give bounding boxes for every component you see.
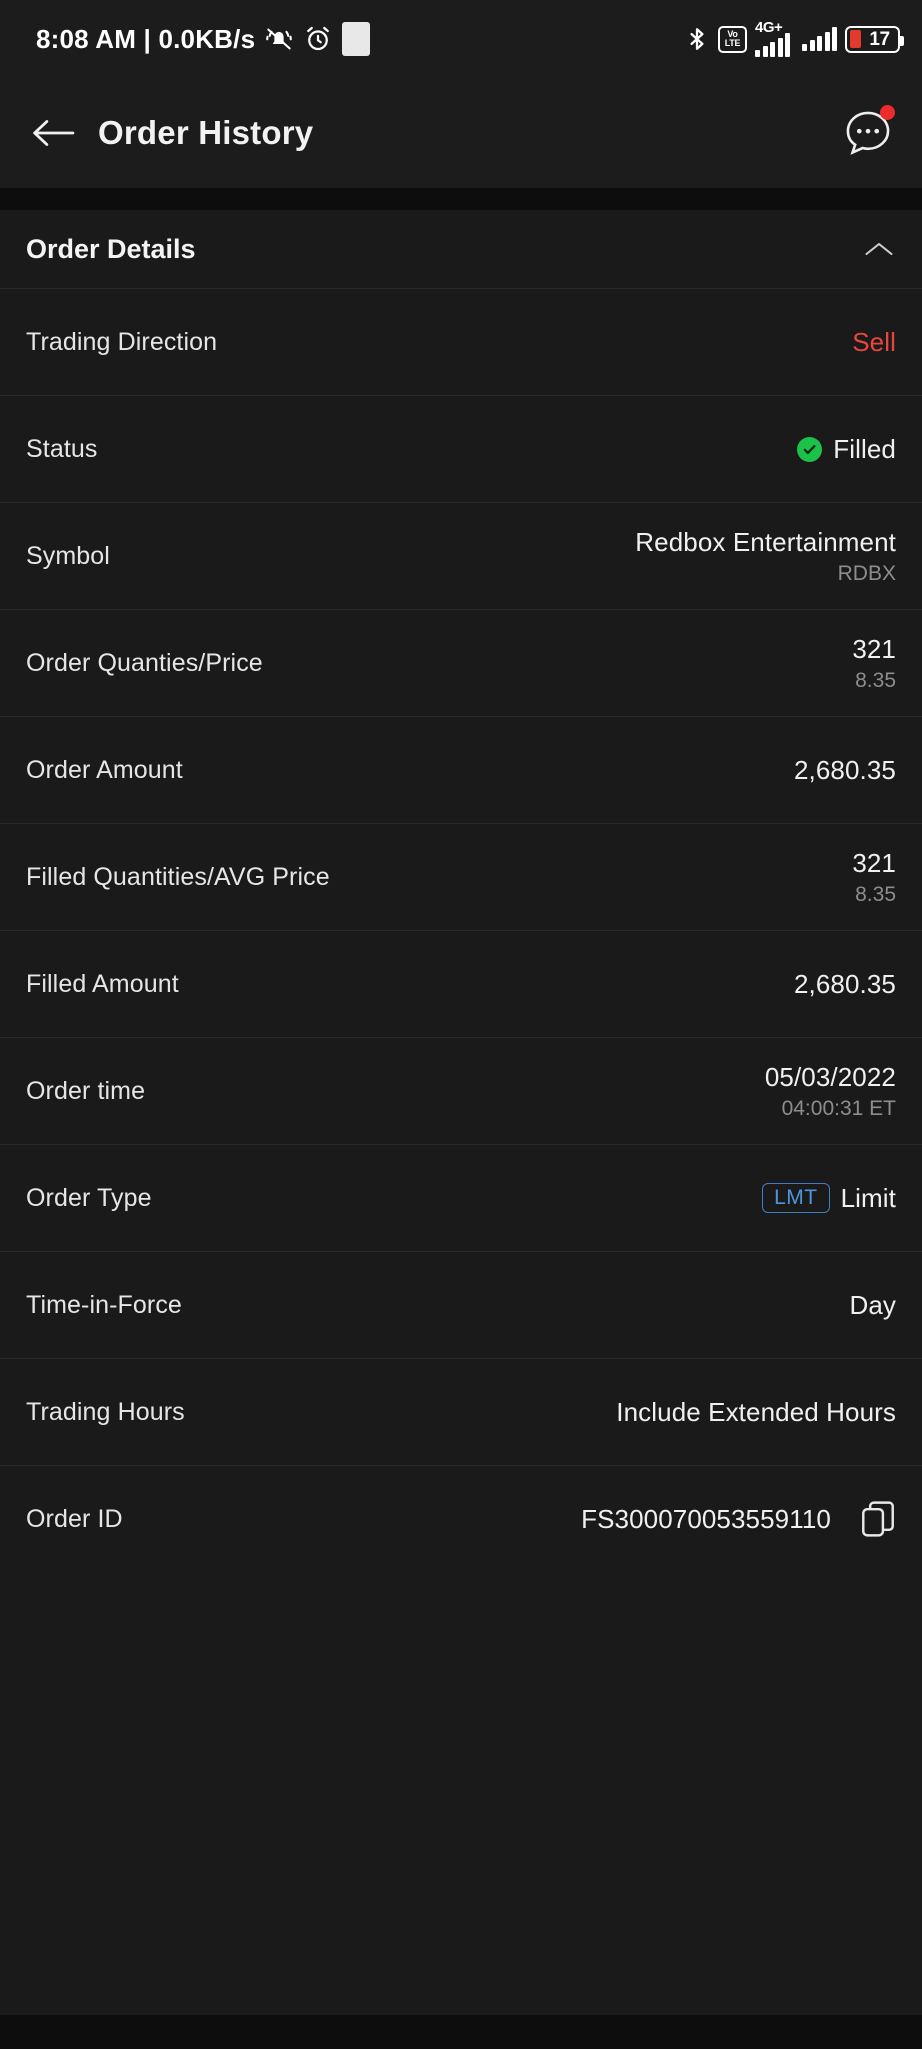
row-label: Order Quanties/Price bbox=[26, 648, 263, 677]
signal-bars-icon bbox=[755, 33, 790, 57]
row-value-wrap: FS300070053559110 bbox=[581, 1499, 896, 1539]
table-row: Filled Quantities/AVG Price 321 8.35 bbox=[0, 823, 922, 930]
table-row: Order Type LMT Limit bbox=[0, 1144, 922, 1251]
row-label: Time-in-Force bbox=[26, 1290, 182, 1319]
volte-bottom-text: LTE bbox=[724, 38, 741, 48]
table-row: Filled Amount 2,680.35 bbox=[0, 930, 922, 1037]
row-value-wrap: 05/03/2022 04:00:31 ET bbox=[765, 1062, 896, 1121]
row-label: Filled Quantities/AVG Price bbox=[26, 862, 330, 891]
filled-quantity-value: 321 bbox=[852, 847, 896, 878]
battery-fill bbox=[849, 30, 861, 48]
table-row: Trading Direction Sell bbox=[0, 288, 922, 395]
filled-amount-value: 2,680.35 bbox=[793, 968, 896, 999]
chat-more-button[interactable] bbox=[842, 105, 895, 159]
row-value-wrap: Sell bbox=[852, 327, 896, 358]
row-value-wrap: 321 8.35 bbox=[852, 634, 896, 693]
status-bar-right: Vo LTE 4G+ 17 bbox=[684, 19, 904, 57]
table-row: Order Quanties/Price 321 8.35 bbox=[0, 609, 922, 716]
phone-screen: 8:08 AM | 0.0KB/s Vo LTE 4G+ 17 Order Hi… bbox=[0, 0, 922, 2049]
filled-avg-price-value: 8.35 bbox=[855, 882, 896, 906]
row-value-wrap: 2,680.35 bbox=[794, 755, 896, 786]
row-value-wrap: 2,680.35 bbox=[794, 969, 896, 1000]
symbol-ticker-value: RDBX bbox=[837, 561, 896, 585]
row-label: Order time bbox=[26, 1076, 146, 1105]
table-row: Order Amount 2,680.35 bbox=[0, 716, 922, 823]
page-title: Order History bbox=[98, 114, 314, 151]
bell-muted-icon bbox=[264, 24, 294, 54]
trading-hours-value: Include Extended Hours bbox=[616, 1396, 896, 1427]
check-circle-icon bbox=[797, 436, 823, 462]
battery-icon: 17 bbox=[845, 25, 904, 53]
row-value-wrap: Redbox Entertainment RDBX bbox=[635, 527, 896, 586]
row-label: Status bbox=[26, 434, 98, 463]
row-label: Order Type bbox=[26, 1183, 152, 1212]
symbol-name-value: Redbox Entertainment bbox=[635, 526, 896, 557]
signal-group-primary: 4G+ bbox=[755, 19, 790, 57]
row-value-wrap: LMT Limit bbox=[762, 1183, 896, 1214]
table-row: Time-in-Force Day bbox=[0, 1251, 922, 1358]
section-title: Order Details bbox=[26, 233, 196, 264]
section-divider-band bbox=[0, 188, 922, 210]
row-label: Order ID bbox=[26, 1504, 123, 1533]
order-price-value: 8.35 bbox=[855, 668, 896, 692]
bottom-bar bbox=[0, 2015, 922, 2049]
copy-icon[interactable] bbox=[860, 1499, 896, 1539]
order-time-value: 04:00:31 ET bbox=[781, 1096, 896, 1120]
order-details-list: Trading Direction Sell Status Filled Sym… bbox=[0, 288, 922, 2015]
order-quantity-value: 321 bbox=[852, 633, 896, 664]
order-details-section-header[interactable]: Order Details bbox=[0, 210, 922, 288]
table-row: Order ID FS300070053559110 bbox=[0, 1465, 922, 1572]
row-value-wrap: Filled bbox=[797, 434, 896, 465]
order-date-value: 05/03/2022 bbox=[764, 1061, 896, 1092]
row-label: Filled Amount bbox=[26, 969, 179, 998]
row-value-wrap: Day bbox=[849, 1290, 896, 1321]
bluetooth-icon bbox=[684, 24, 710, 54]
order-amount-value: 2,680.35 bbox=[793, 754, 896, 785]
time-in-force-value: Day bbox=[849, 1289, 896, 1320]
table-row: Symbol Redbox Entertainment RDBX bbox=[0, 502, 922, 609]
order-type-badge: LMT bbox=[762, 1183, 830, 1213]
order-type-value: Limit bbox=[840, 1182, 896, 1213]
volte-icon: Vo LTE bbox=[718, 25, 747, 53]
back-arrow-icon[interactable] bbox=[30, 114, 76, 152]
row-label: Symbol bbox=[26, 541, 110, 570]
row-label: Trading Direction bbox=[26, 327, 218, 356]
row-label: Trading Hours bbox=[26, 1397, 185, 1426]
app-bar: Order History bbox=[0, 78, 922, 188]
network-type-label: 4G+ bbox=[755, 19, 783, 36]
white-square-icon bbox=[342, 22, 371, 56]
row-label: Order Amount bbox=[26, 755, 183, 784]
alarm-clock-icon bbox=[303, 24, 333, 54]
chevron-up-icon[interactable] bbox=[864, 239, 894, 259]
order-id-value: FS300070053559110 bbox=[581, 1503, 831, 1534]
status-bar-left: 8:08 AM | 0.0KB/s bbox=[36, 22, 371, 56]
status-value: Filled bbox=[833, 433, 896, 464]
table-row: Trading Hours Include Extended Hours bbox=[0, 1358, 922, 1465]
signal-bars-secondary-icon bbox=[802, 27, 837, 51]
battery-percent-label: 17 bbox=[869, 28, 890, 50]
table-row: Status Filled bbox=[0, 395, 922, 502]
row-value-wrap: 321 8.35 bbox=[852, 848, 896, 907]
notification-dot bbox=[880, 105, 895, 120]
status-clock: 8:08 AM | 0.0KB/s bbox=[36, 23, 256, 54]
status-bar: 8:08 AM | 0.0KB/s Vo LTE 4G+ 17 bbox=[0, 0, 922, 78]
table-row: Order time 05/03/2022 04:00:31 ET bbox=[0, 1037, 922, 1144]
row-value-wrap: Include Extended Hours bbox=[616, 1397, 896, 1428]
trading-direction-value: Sell bbox=[852, 326, 896, 357]
